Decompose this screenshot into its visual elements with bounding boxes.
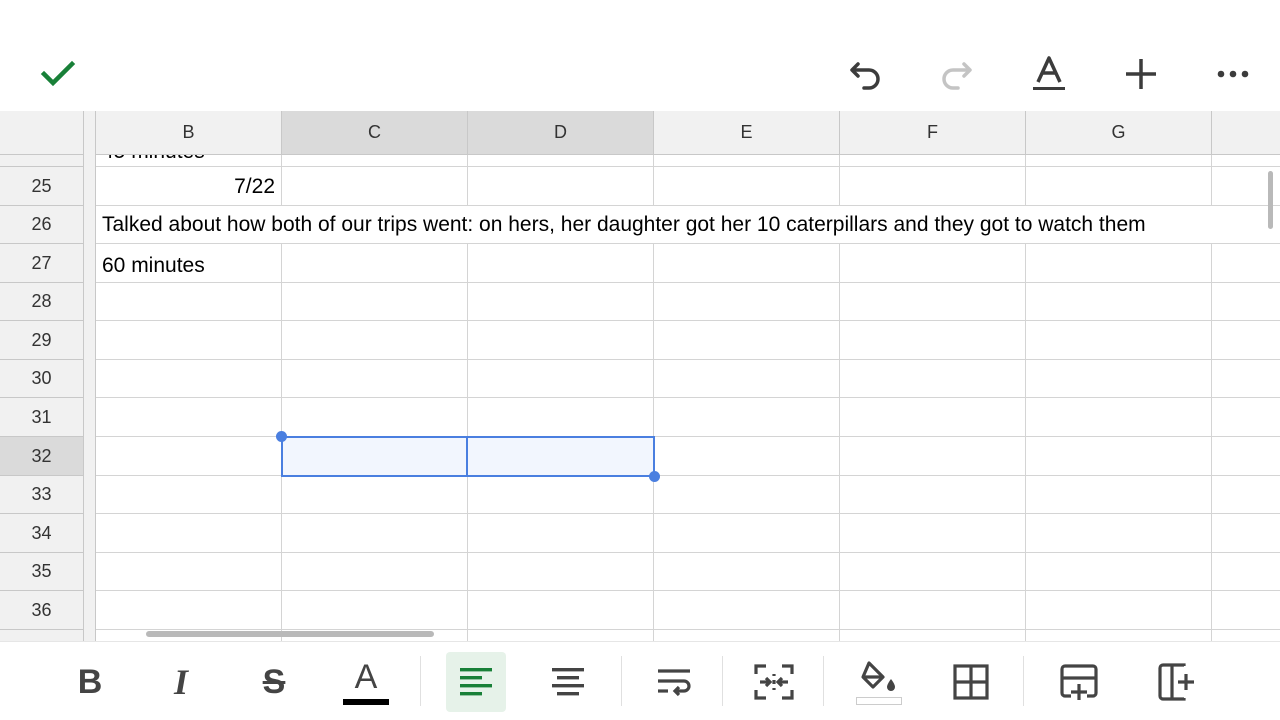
column-header-b[interactable]: B [96,111,282,155]
gridline [96,552,1280,553]
check-icon[interactable] [36,52,80,96]
top-toolbar [0,0,1280,111]
row-header-26[interactable]: 26 [0,206,83,244]
row-header-28[interactable]: 28 [0,283,83,321]
cell-b24-text: 45 minutes [102,155,205,164]
cell-b27[interactable]: 60 minutes [102,254,205,278]
gridline [1025,155,1026,206]
row-header-31[interactable]: 31 [0,398,83,437]
redo-icon[interactable] [935,52,979,96]
toolbar-separator [420,656,421,706]
row-header-29[interactable]: 29 [0,321,83,360]
column-header-g[interactable]: G [1026,111,1212,155]
text-color-label: A [354,657,378,696]
gridline [96,436,1280,437]
selection-range[interactable] [281,436,655,477]
spreadsheet-grid[interactable]: B C D E F G 25 26 27 28 29 30 31 32 33 3… [0,111,1280,641]
insert-row-icon[interactable] [1049,652,1109,712]
italic-icon[interactable]: I [151,652,211,712]
cell-b25[interactable]: 7/22 [96,175,275,199]
toolbar-separator [621,656,622,706]
strikethrough-label: S [262,662,286,701]
cell-b26[interactable]: Talked about how both of our trips went:… [96,206,1280,243]
cell-b26-text: Talked about how both of our trips went:… [102,213,1146,236]
toolbar-separator [823,656,824,706]
horizontal-scrollbar[interactable] [146,631,434,637]
plus-icon[interactable] [1119,52,1163,96]
cell-b24-clip[interactable]: 45 minutes [96,155,281,166]
column-header-e[interactable]: E [654,111,840,155]
gridline [96,282,1280,283]
bold-label: B [77,662,103,701]
text-format-icon[interactable] [1027,52,1071,96]
toolbar-separator [722,656,723,706]
gridline [1211,155,1212,206]
gridline [96,320,1280,321]
vertical-scrollbar[interactable] [1268,171,1273,229]
selection-divider [466,436,468,477]
gridline [96,397,1280,398]
gridline [96,590,1280,591]
column-header-h[interactable] [1212,111,1280,155]
gridline [653,155,654,206]
more-horizontal-icon[interactable] [1211,52,1255,96]
strikethrough-icon[interactable]: S [244,652,304,712]
row-header-33[interactable]: 33 [0,476,83,514]
gridline [839,244,840,641]
undo-icon[interactable] [843,52,887,96]
text-color-swatch [343,698,389,705]
selection-handle-end[interactable] [649,471,660,482]
gridline [1211,244,1212,641]
wrap-text-icon[interactable] [644,652,704,712]
text-color-icon[interactable]: A [336,652,396,712]
row-header-35[interactable]: 35 [0,553,83,591]
gridline [467,155,468,206]
row-header-37[interactable] [0,630,83,641]
fill-color-swatch [856,697,902,705]
align-center-icon[interactable] [538,652,598,712]
merge-cells-icon[interactable] [744,652,804,712]
italic-label: I [173,662,188,702]
column-header-d[interactable]: D [468,111,654,155]
gridline [96,513,1280,514]
gridline [1025,244,1026,641]
gridline [96,629,1280,630]
row-header-27[interactable]: 27 [0,244,83,283]
gridline [96,166,1280,167]
gridline [96,475,1280,476]
bottom-format-toolbar: B I S A [0,641,1280,720]
frozen-divider[interactable] [83,111,96,641]
gridline [281,155,282,206]
fill-color-icon[interactable] [849,652,909,712]
bold-icon[interactable]: B [60,652,120,712]
row-header-30[interactable]: 30 [0,360,83,398]
gridline [96,359,1280,360]
gridline [96,243,1280,244]
selection-handle-start[interactable] [276,431,287,442]
align-left-icon[interactable] [446,652,506,712]
borders-icon[interactable] [941,652,1001,712]
gridline [839,155,840,206]
column-header-c[interactable]: C [282,111,468,155]
toolbar-separator [1023,656,1024,706]
corner-cell[interactable] [0,111,83,155]
row-header-32[interactable]: 32 [0,437,83,476]
row-header-34[interactable]: 34 [0,514,83,553]
row-header-partial[interactable] [0,155,83,167]
insert-column-icon[interactable] [1146,652,1206,712]
row-header-36[interactable]: 36 [0,591,83,630]
row-header-25[interactable]: 25 [0,167,83,206]
column-header-f[interactable]: F [840,111,1026,155]
